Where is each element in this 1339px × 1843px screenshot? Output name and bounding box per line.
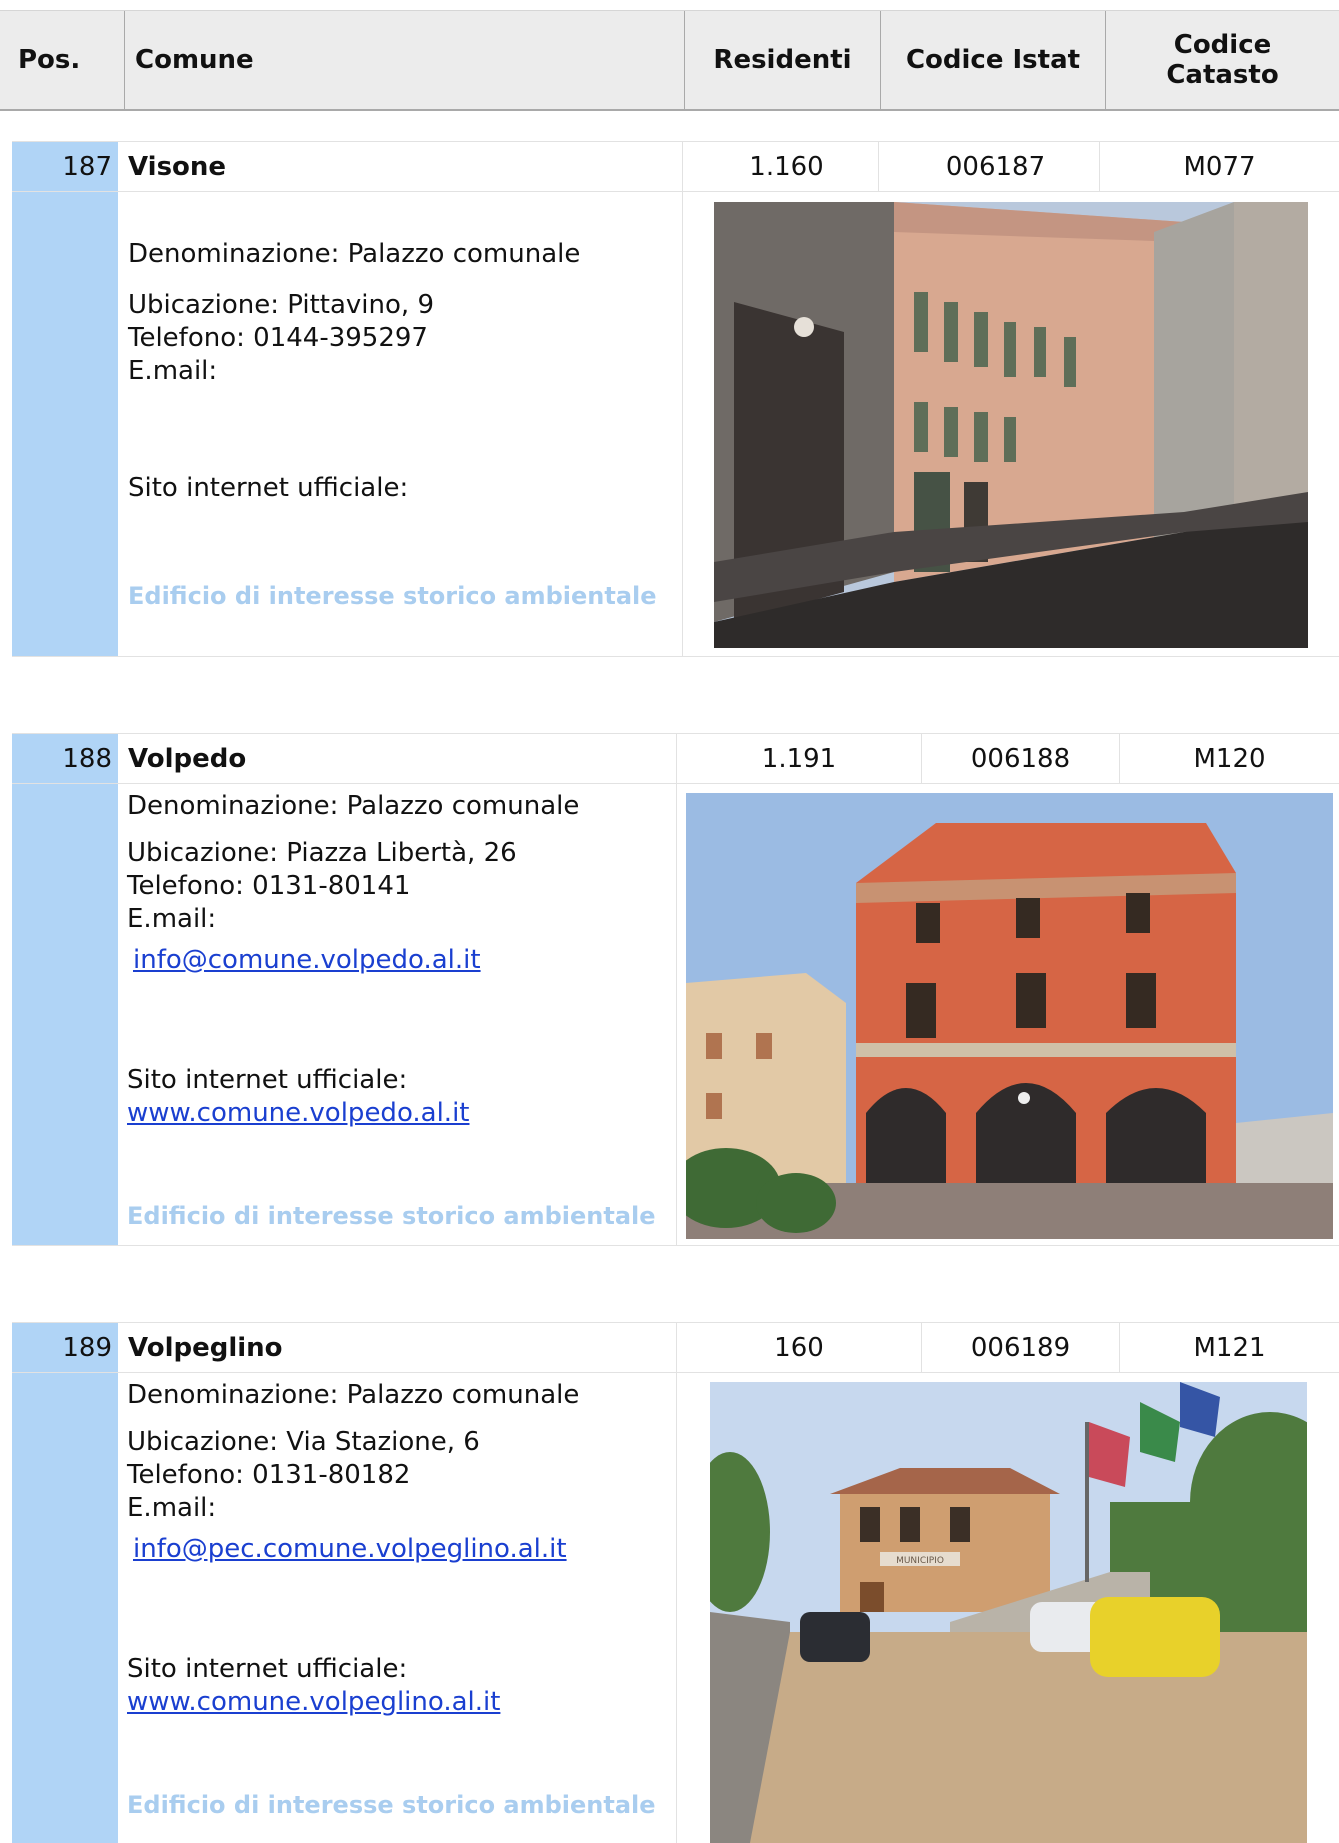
denominazione: Denominazione: Palazzo comunale xyxy=(127,791,580,821)
header-pos: Pos. xyxy=(18,45,81,75)
table-header: Pos. Comune Residenti Codice Istat Codic… xyxy=(0,10,1339,111)
column-divider xyxy=(676,1373,677,1843)
header-codice-catasto: Codice Catasto xyxy=(1105,11,1339,109)
entry-residenti: 160 xyxy=(676,1323,921,1372)
email-label: E.mail: xyxy=(128,356,218,386)
entry-codice-catasto: M077 xyxy=(1099,142,1339,191)
column-divider xyxy=(682,192,683,656)
entry-name: Visone xyxy=(128,151,227,182)
entry-summary-row: 189 Volpeglino 160 006189 M121 xyxy=(12,1322,1339,1373)
pos-column-fill xyxy=(12,192,118,656)
municipio-sign: MUNICIPIO xyxy=(896,1556,944,1566)
ubicazione: Ubicazione: Via Stazione, 6 xyxy=(127,1427,480,1457)
telefono: Telefono: 0131-80141 xyxy=(127,871,411,901)
entry-name: Volpeglino xyxy=(128,1332,283,1363)
ubicazione: Ubicazione: Pittavino, 9 xyxy=(128,290,434,320)
email-label: E.mail: xyxy=(127,1493,217,1523)
entry-codice-istat: 006187 xyxy=(878,142,1112,191)
header-residenti: Residenti xyxy=(684,11,880,109)
entry-codice-catasto: M121 xyxy=(1119,1323,1339,1372)
email-link[interactable]: info@comune.volpedo.al.it xyxy=(133,945,481,975)
telefono: Telefono: 0144-395297 xyxy=(128,323,428,353)
denominazione: Denominazione: Palazzo comunale xyxy=(127,1380,580,1410)
pos-column-fill xyxy=(12,1373,118,1843)
website-link[interactable]: www.comune.volpedo.al.it xyxy=(127,1098,470,1128)
entry-summary-row: 187 Visone 1.160 006187 M077 xyxy=(12,141,1339,192)
town-hall-photo xyxy=(686,793,1333,1239)
entry-detail-row: Denominazione: Palazzo comunale Ubicazio… xyxy=(12,1373,1339,1843)
entry-volpeglino: 189 Volpeglino 160 006189 M121 Denominaz… xyxy=(12,1322,1339,1843)
entry-detail-row: Denominazione: Palazzo comunale Ubicazio… xyxy=(12,784,1339,1246)
header-catasto-line1: Codice xyxy=(1173,30,1272,60)
entry-detail-row: Denominazione: Palazzo comunale Ubicazio… xyxy=(12,192,1339,657)
header-comune: Comune xyxy=(124,11,684,109)
entry-info: Denominazione: Palazzo comunale Ubicazio… xyxy=(127,1379,579,1566)
town-hall-photo xyxy=(714,202,1308,648)
edificio-note: Edificio di interesse storico ambientale xyxy=(127,1202,656,1230)
email-link[interactable]: info@pec.comune.volpeglino.al.it xyxy=(133,1534,567,1564)
email-label: E.mail: xyxy=(127,904,217,934)
sito-label: Sito internet ufficiale: xyxy=(127,1654,408,1684)
entry-volpedo: 188 Volpedo 1.191 006188 M120 Denominazi… xyxy=(12,733,1339,1246)
sito-block: Sito internet ufficiale: www.comune.volp… xyxy=(127,1064,470,1130)
entry-info: Denominazione: Palazzo comunale Ubicazio… xyxy=(128,238,580,388)
entry-residenti: 1.191 xyxy=(676,734,921,783)
telefono: Telefono: 0131-80182 xyxy=(127,1460,411,1490)
website-link[interactable]: www.comune.volpeglino.al.it xyxy=(127,1687,500,1717)
volpedo-palazzo-photo-svg xyxy=(686,793,1333,1239)
visone-street-photo-svg xyxy=(714,202,1308,648)
sito-label: Sito internet ufficiale: xyxy=(127,1065,408,1095)
entry-residenti: 1.160 xyxy=(682,142,890,191)
entry-codice-istat: 006189 xyxy=(921,1323,1119,1372)
column-divider xyxy=(676,784,677,1245)
entry-codice-catasto: M120 xyxy=(1119,734,1339,783)
entry-pos: 188 xyxy=(12,734,118,783)
entry-summary-row: 188 Volpedo 1.191 006188 M120 xyxy=(12,733,1339,784)
entry-pos: 189 xyxy=(12,1323,118,1372)
ubicazione: Ubicazione: Piazza Libertà, 26 xyxy=(127,838,517,868)
edificio-note: Edificio di interesse storico ambientale xyxy=(128,582,657,610)
pos-column-fill xyxy=(12,784,118,1245)
entry-name: Volpedo xyxy=(128,743,247,774)
sito-label: Sito internet ufficiale: xyxy=(128,473,409,503)
denominazione: Denominazione: Palazzo comunale xyxy=(128,239,581,269)
header-codice-istat: Codice Istat xyxy=(880,11,1105,109)
entry-visone: 187 Visone 1.160 006187 M077 Denominazio… xyxy=(12,141,1339,657)
entry-info: Denominazione: Palazzo comunale Ubicazio… xyxy=(127,790,579,977)
entry-codice-istat: 006188 xyxy=(921,734,1119,783)
town-hall-photo: MUNICIPIO xyxy=(710,1382,1307,1843)
header-catasto-line2: Catasto xyxy=(1166,60,1279,90)
edificio-note: Edificio di interesse storico ambientale xyxy=(127,1791,656,1819)
entry-pos: 187 xyxy=(12,142,118,191)
volpeglino-municipio-photo-svg: MUNICIPIO xyxy=(710,1382,1307,1843)
sito-block: Sito internet ufficiale: xyxy=(128,472,408,505)
sito-block: Sito internet ufficiale: www.comune.volp… xyxy=(127,1653,500,1719)
